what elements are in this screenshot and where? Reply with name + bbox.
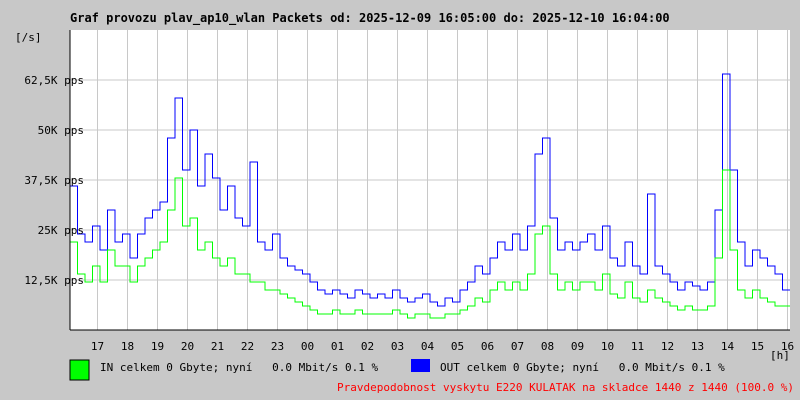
x-tick-label: 07 <box>511 340 524 353</box>
y-axis-unit: [/s] <box>15 31 42 44</box>
y-tick-label: 62,5K pps <box>24 74 84 87</box>
legend-out-swatch <box>411 359 430 372</box>
x-tick-label: 12 <box>661 340 674 353</box>
x-tick-label: 11 <box>631 340 644 353</box>
traffic-chart: Graf provozu plav_ap10_wlan Packets od: … <box>15 11 794 394</box>
x-tick-label: 06 <box>481 340 494 353</box>
x-tick-label: 19 <box>151 340 164 353</box>
y-tick-label: 37,5K pps <box>24 174 84 187</box>
x-tick-label: 22 <box>241 340 254 353</box>
x-tick-label: 10 <box>601 340 614 353</box>
x-tick-label: 23 <box>271 340 284 353</box>
x-tick-label: 04 <box>421 340 435 353</box>
chart-title: Graf provozu plav_ap10_wlan Packets od: … <box>70 11 670 26</box>
x-tick-label: 18 <box>121 340 134 353</box>
y-tick-label: 25K pps <box>38 224 84 237</box>
footer-note: Pravdepodobnost vyskytu E220 KULATAK na … <box>337 381 794 394</box>
x-tick-label: 05 <box>451 340 464 353</box>
x-tick-label: 01 <box>331 340 344 353</box>
legend-in-text: IN celkem 0 Gbyte; nyní 0.0 Mbit/s 0.1 % <box>100 361 379 374</box>
x-tick-label: 08 <box>541 340 554 353</box>
legend-out-text: OUT celkem 0 Gbyte; nyní 0.0 Mbit/s 0.1 … <box>440 361 725 374</box>
x-tick-label: 15 <box>751 340 764 353</box>
x-tick-label: 00 <box>301 340 314 353</box>
x-ticks: 17 18 19 20 21 22 23 00 01 02 03 04 05 06 07 08 09 10 11 12… <box>91 340 794 353</box>
y-tick-label: 12,5K pps <box>24 274 84 287</box>
x-tick-label: 13 <box>691 340 704 353</box>
x-tick-label: 03 <box>391 340 404 353</box>
x-tick-label: 17 <box>91 340 104 353</box>
x-tick-label: 21 <box>211 340 224 353</box>
x-tick-label: 14 <box>721 340 735 353</box>
y-tick-label: 50K pps <box>38 124 84 137</box>
legend-in-swatch <box>69 359 90 381</box>
x-tick-label: 20 <box>181 340 194 353</box>
x-tick-label: 09 <box>571 340 584 353</box>
x-axis-unit: [h] <box>770 349 790 362</box>
x-tick-label: 02 <box>361 340 374 353</box>
